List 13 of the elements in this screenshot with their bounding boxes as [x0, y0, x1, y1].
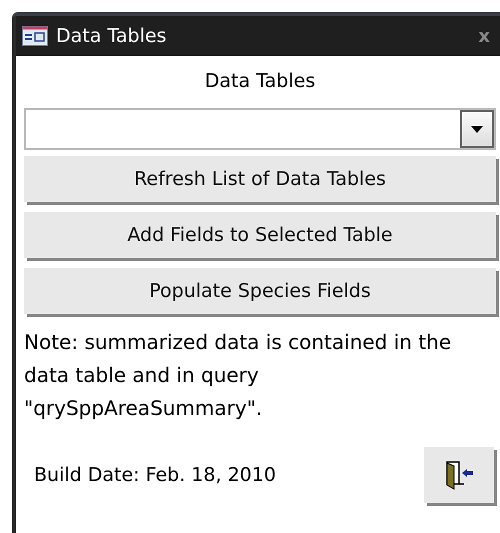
- build-date: Build Date: Feb. 18, 2010: [34, 464, 276, 486]
- form-heading: Data Tables: [204, 70, 316, 92]
- action-button[interactable]: Add Fields to Selected Table: [24, 212, 496, 258]
- action-button[interactable]: Populate Species Fields: [24, 268, 496, 314]
- dropdown-button[interactable]: [460, 110, 494, 148]
- note-text: Note: summarized data is contained in the data table and in query "qrySppAreaSummary".: [24, 329, 452, 422]
- exit-button[interactable]: [424, 447, 494, 503]
- form-icon: [22, 26, 48, 46]
- window-title: Data Tables: [56, 25, 168, 47]
- action-button[interactable]: Refresh List of Data Tables: [24, 156, 496, 202]
- door-exit-icon: [444, 460, 474, 490]
- caret-icon: [471, 126, 483, 132]
- close-button[interactable]: x: [478, 26, 490, 46]
